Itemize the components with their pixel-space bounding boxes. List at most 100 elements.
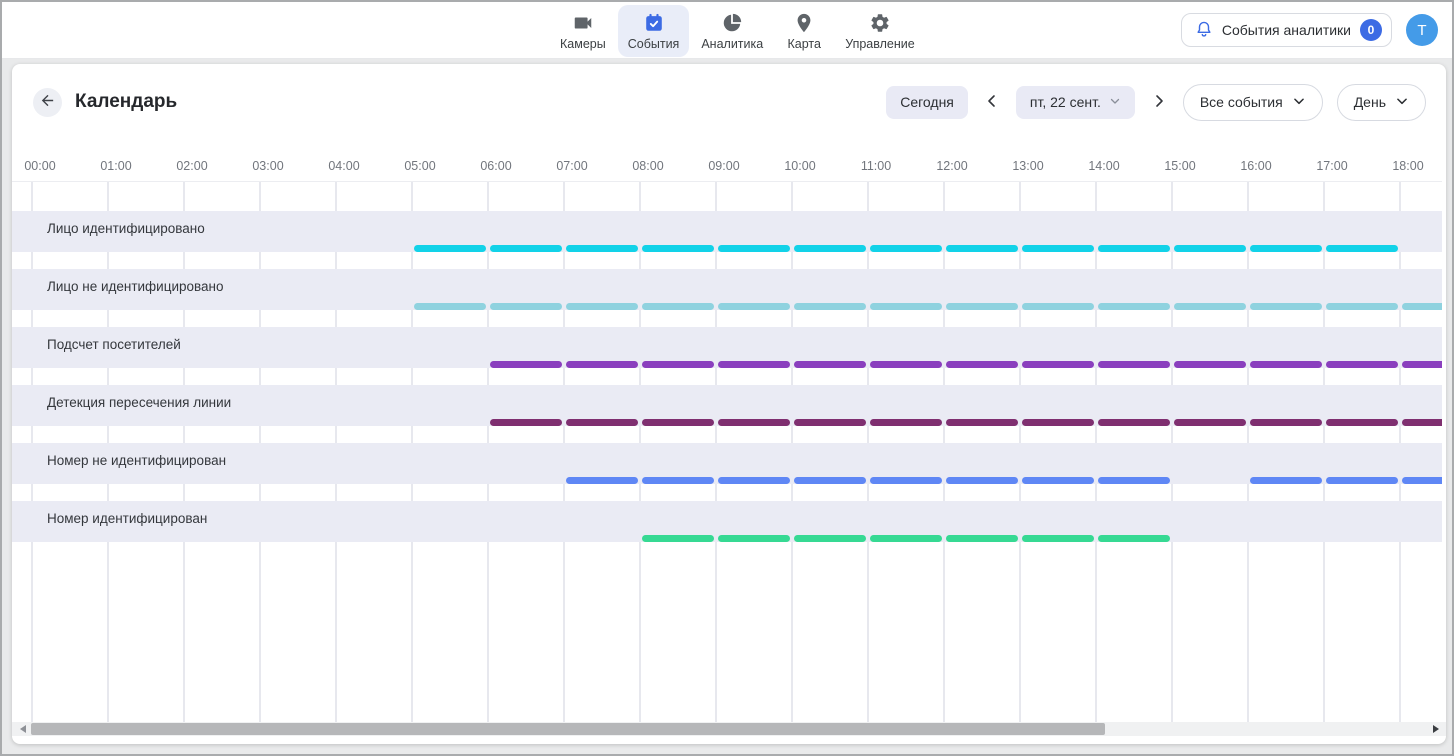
- event-bar-segment[interactable]: [946, 477, 1018, 484]
- event-bar-segment[interactable]: [1174, 419, 1246, 426]
- event-bar-segment[interactable]: [566, 303, 638, 310]
- events-filter-dropdown[interactable]: Все события: [1183, 84, 1323, 121]
- event-bar-segment[interactable]: [642, 361, 714, 368]
- nav-item-events[interactable]: События: [618, 5, 690, 57]
- today-button[interactable]: Сегодня: [886, 86, 968, 119]
- nav-item-map[interactable]: Карта: [775, 5, 833, 57]
- event-bar-segment[interactable]: [642, 245, 714, 252]
- events-calendar-icon: [643, 12, 665, 34]
- event-bar-segment[interactable]: [1402, 477, 1442, 484]
- event-bar-segment[interactable]: [490, 245, 562, 252]
- nav-label: Аналитика: [701, 37, 763, 51]
- event-bar-segment[interactable]: [870, 303, 942, 310]
- event-bar-segment[interactable]: [1022, 535, 1094, 542]
- event-bar-segment[interactable]: [870, 245, 942, 252]
- back-button[interactable]: [33, 88, 62, 117]
- event-bar-segment[interactable]: [794, 535, 866, 542]
- event-bar-segment[interactable]: [794, 477, 866, 484]
- timeline-rows: Лицо идентифицированоЛицо не идентифицир…: [12, 211, 1442, 542]
- nav-item-cameras[interactable]: Камеры: [550, 5, 616, 57]
- event-bar-segment[interactable]: [718, 477, 790, 484]
- event-bar-segment[interactable]: [794, 361, 866, 368]
- event-bar-segment[interactable]: [1250, 245, 1322, 252]
- event-bar-segment[interactable]: [718, 245, 790, 252]
- event-bar-segment[interactable]: [642, 477, 714, 484]
- event-bar-segment[interactable]: [718, 419, 790, 426]
- next-day-button[interactable]: [1149, 91, 1169, 114]
- nav-item-management[interactable]: Управление: [835, 5, 925, 57]
- event-bar-segment[interactable]: [946, 303, 1018, 310]
- event-bar-segment[interactable]: [1098, 535, 1170, 542]
- event-bar-segment[interactable]: [1022, 477, 1094, 484]
- date-picker-button[interactable]: пт, 22 сент.: [1016, 86, 1135, 119]
- event-bar-segment[interactable]: [1022, 245, 1094, 252]
- event-bar-segment[interactable]: [1326, 361, 1398, 368]
- event-bar-segment[interactable]: [870, 477, 942, 484]
- event-bar-segment[interactable]: [642, 303, 714, 310]
- event-bar-segment[interactable]: [870, 361, 942, 368]
- event-bar-segment[interactable]: [1250, 477, 1322, 484]
- hour-label: 18:00: [1378, 159, 1438, 173]
- scroll-right-arrow-icon[interactable]: [1433, 725, 1439, 733]
- event-bar-segment[interactable]: [566, 245, 638, 252]
- event-bar-segment[interactable]: [1174, 361, 1246, 368]
- event-bar-segment[interactable]: [1326, 245, 1398, 252]
- scroll-left-arrow-icon[interactable]: [20, 725, 26, 733]
- event-bar-segment[interactable]: [1250, 361, 1322, 368]
- event-bar-segment[interactable]: [1250, 303, 1322, 310]
- view-mode-dropdown[interactable]: День: [1337, 84, 1426, 121]
- event-bar-segment[interactable]: [946, 535, 1018, 542]
- event-bar-segment[interactable]: [414, 303, 486, 310]
- header-controls: Сегодня пт, 22 сент. Все события: [886, 84, 1426, 121]
- event-row-label: Номер не идентифицирован: [47, 453, 226, 468]
- horizontal-scrollbar[interactable]: [12, 722, 1446, 736]
- event-bar-segment[interactable]: [642, 419, 714, 426]
- event-bar-segment[interactable]: [946, 419, 1018, 426]
- chevron-down-icon: [1395, 94, 1409, 111]
- event-bar-segment[interactable]: [1402, 303, 1442, 310]
- event-bar-segment[interactable]: [794, 303, 866, 310]
- hour-label: 03:00: [238, 159, 298, 173]
- event-bar-segment[interactable]: [1098, 419, 1170, 426]
- arrow-left-icon: [39, 92, 56, 112]
- event-bar-segment[interactable]: [1326, 477, 1398, 484]
- event-bar-segment[interactable]: [1326, 419, 1398, 426]
- topbar-right: События аналитики 0 T: [1181, 13, 1438, 47]
- event-bar-segment[interactable]: [490, 303, 562, 310]
- event-bar-segment[interactable]: [566, 477, 638, 484]
- event-bar-segment[interactable]: [1174, 245, 1246, 252]
- event-bar-segment[interactable]: [870, 419, 942, 426]
- user-avatar[interactable]: T: [1406, 14, 1438, 46]
- event-bar-segment[interactable]: [718, 535, 790, 542]
- event-bar-segment[interactable]: [1098, 245, 1170, 252]
- event-bar-segment[interactable]: [1022, 419, 1094, 426]
- event-bar-segment[interactable]: [1326, 303, 1398, 310]
- event-bar-segment[interactable]: [1402, 419, 1442, 426]
- event-bar-segment[interactable]: [642, 535, 714, 542]
- event-bar-segment[interactable]: [1250, 419, 1322, 426]
- event-bar-segment[interactable]: [414, 245, 486, 252]
- event-bar-segment[interactable]: [794, 245, 866, 252]
- event-bar-segment[interactable]: [490, 419, 562, 426]
- event-bar-segment[interactable]: [1098, 477, 1170, 484]
- event-bar-segment[interactable]: [566, 361, 638, 368]
- event-bar-segment[interactable]: [946, 361, 1018, 368]
- prev-day-button[interactable]: [982, 91, 1002, 114]
- event-bar-segment[interactable]: [1022, 361, 1094, 368]
- event-bar-segment[interactable]: [1402, 361, 1442, 368]
- event-bar-segment[interactable]: [946, 245, 1018, 252]
- event-bar-segment[interactable]: [1174, 303, 1246, 310]
- event-bar-segment[interactable]: [1098, 361, 1170, 368]
- nav-item-analytics[interactable]: Аналитика: [691, 5, 773, 57]
- event-bar-segment[interactable]: [718, 303, 790, 310]
- analytics-events-button[interactable]: События аналитики 0: [1181, 13, 1392, 47]
- event-bar-segment[interactable]: [490, 361, 562, 368]
- event-bar-segment[interactable]: [566, 419, 638, 426]
- event-bar-segment[interactable]: [794, 419, 866, 426]
- event-bar-segment[interactable]: [1098, 303, 1170, 310]
- event-bar-segment[interactable]: [1022, 303, 1094, 310]
- scrollbar-thumb[interactable]: [31, 723, 1105, 735]
- chevron-right-icon: [1151, 93, 1167, 112]
- event-bar-segment[interactable]: [718, 361, 790, 368]
- event-bar-segment[interactable]: [870, 535, 942, 542]
